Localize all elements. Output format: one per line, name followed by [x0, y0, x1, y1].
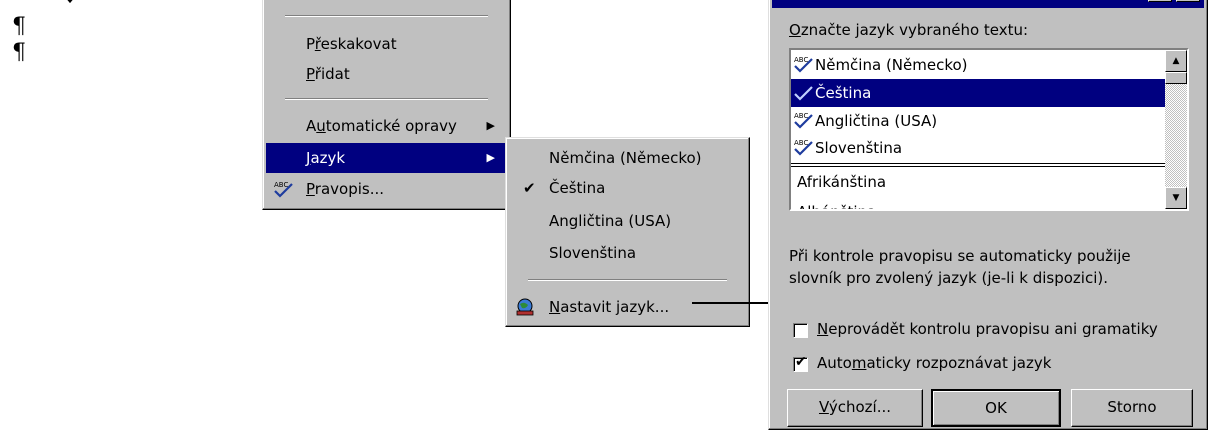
menu-separator [528, 279, 727, 281]
submenu-item-english-label: Angličtina (USA) [549, 212, 672, 230]
info-text-line2: slovník pro zvolený jazyk (je-li k dispo… [789, 269, 1109, 287]
list-item[interactable]: ABC Slovenština [791, 134, 1165, 162]
submenu-item-czech[interactable]: ✔ Čeština [509, 173, 746, 203]
submenu-item-slovak-label: Slovenština [549, 244, 637, 262]
menu-item-language[interactable]: Jazyk ▶ [266, 143, 507, 173]
menu-separator [285, 15, 488, 17]
check-icon: ✔ [795, 354, 807, 370]
language-prompt-label: Označte jazyk vybraného textu: [789, 21, 1029, 39]
svg-text:ABC: ABC [794, 139, 808, 147]
list-item[interactable]: Albánština [791, 182, 1165, 209]
document-top-glyph [67, 0, 73, 4]
submenu-arrow-icon: ▶ [486, 151, 495, 164]
submenu-item-set-language[interactable]: Nastavit jazyk... [509, 292, 746, 322]
list-divider [791, 166, 1165, 167]
menu-item-autocorrect[interactable]: Automatické opravy ▶ [266, 111, 507, 141]
submenu-item-czech-label: Čeština [549, 179, 606, 197]
autodetect-checkbox[interactable]: ✔ [793, 354, 808, 372]
no-proofing-label[interactable]: Neprovádět kontrolu pravopisu ani gramat… [817, 320, 1158, 338]
list-divider [791, 163, 1165, 164]
check-icon: ✔ [523, 179, 536, 197]
info-text-line1: Při kontrole pravopisu se automaticky po… [789, 247, 1131, 265]
spelling-context-menu: Přeskakovat Přidat Automatické opravy ▶ … [262, 0, 511, 210]
check-icon [794, 86, 813, 101]
cancel-button[interactable]: Storno [1071, 389, 1193, 427]
menu-item-autocorrect-label: tomatické opravy [325, 117, 457, 135]
spelling-abc-check-icon: ABC [794, 112, 813, 129]
svg-text:ABC: ABC [794, 56, 808, 64]
language-prompt-label-rest: značte jazyk vybraného textu: [800, 21, 1029, 39]
menu-item-ignore[interactable]: Přeskakovat [266, 29, 507, 59]
language-dialog: Označte jazyk vybraného textu: ABC Němči… [768, 0, 1208, 430]
submenu-item-slovak[interactable]: Slovenština [509, 238, 746, 268]
submenu-item-set-language-label: astavit jazyk... [560, 298, 670, 316]
default-button[interactable]: Výchozí... [787, 389, 923, 427]
scroll-up-arrow-icon[interactable]: ▲ [1165, 50, 1187, 72]
menu-item-add[interactable]: Přidat [266, 59, 507, 89]
menu-item-spelling-label: ravopis... [314, 180, 385, 198]
spelling-abc-check-icon: ABC [794, 139, 813, 156]
language-submenu: Němčina (Německo) ✔ Čeština Angličtina (… [505, 137, 750, 327]
menu-separator [285, 98, 488, 100]
ok-button[interactable]: OK [931, 389, 1061, 427]
submenu-item-german-label: Němčina (Německo) [549, 149, 702, 167]
paragraph-mark: ¶ [12, 14, 26, 39]
close-button[interactable] [1176, 0, 1200, 2]
svg-text:ABC: ABC [794, 112, 808, 120]
paragraph-mark: ¶ [12, 40, 26, 65]
menu-item-add-label: řidat [314, 65, 350, 83]
spelling-abc-check-icon: ABC [274, 181, 293, 198]
list-item[interactable]: ABC Němčina (Německo) [791, 51, 1165, 79]
language-listbox[interactable]: ABC Němčina (Německo) Čeština ABC Anglič… [789, 48, 1189, 211]
language-globe-icon [516, 298, 534, 316]
submenu-item-german[interactable]: Němčina (Německo) [509, 143, 746, 173]
submenu-arrow-icon: ▶ [486, 119, 495, 132]
list-item[interactable]: ABC Angličtina (USA) [791, 107, 1165, 135]
scrollbar-thumb[interactable] [1165, 72, 1187, 84]
callout-connector-line [692, 302, 777, 304]
svg-text:ABC: ABC [274, 181, 288, 189]
help-button[interactable] [1148, 0, 1172, 2]
autodetect-label[interactable]: Automaticky rozpoznávat jazyk [817, 354, 1051, 372]
submenu-item-english[interactable]: Angličtina (USA) [509, 206, 746, 236]
menu-item-spelling[interactable]: ABC Pravopis... [266, 174, 507, 204]
menu-item-language-label: azyk [310, 149, 346, 167]
scroll-down-arrow-icon[interactable]: ▼ [1165, 187, 1187, 209]
list-item-selected[interactable]: Čeština [791, 79, 1165, 107]
spelling-abc-check-icon: ABC [794, 56, 813, 73]
menu-item-ignore-label: eskakovat [320, 35, 397, 53]
no-proofing-checkbox[interactable] [793, 323, 808, 338]
dialog-titlebar[interactable] [772, 0, 1204, 8]
listbox-scrollbar[interactable]: ▲ ▼ [1165, 50, 1187, 209]
